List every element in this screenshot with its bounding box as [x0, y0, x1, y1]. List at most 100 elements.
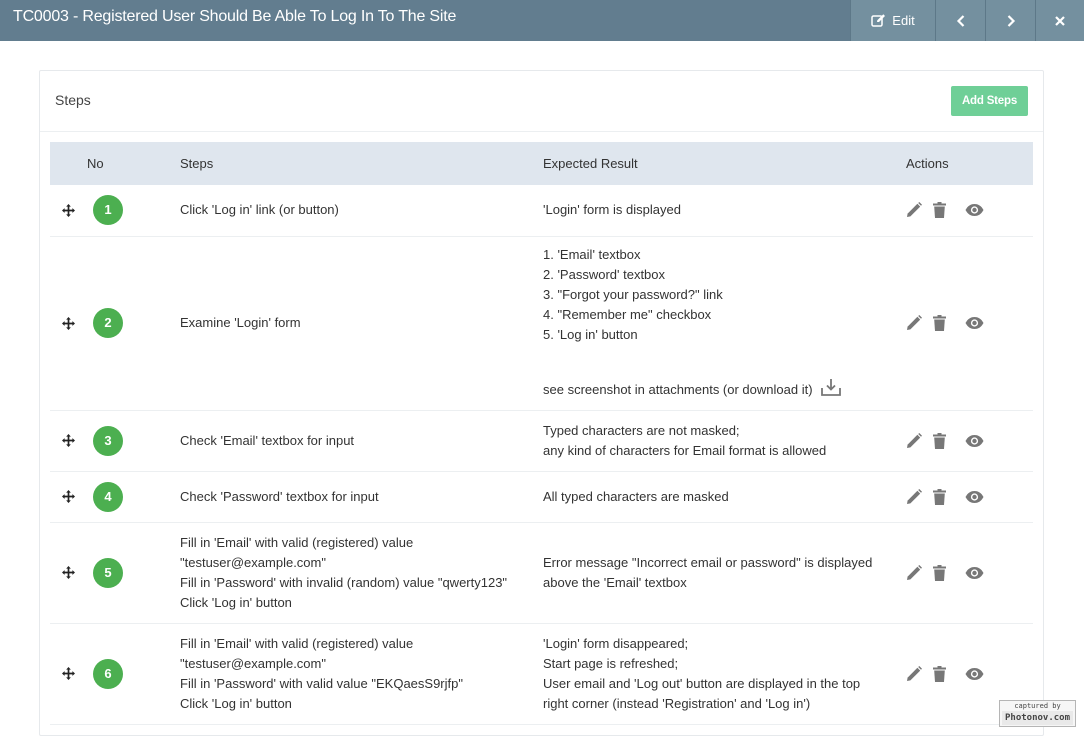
pencil-icon[interactable] [906, 564, 922, 581]
step-number-badge: 2 [93, 308, 123, 338]
step-cell: Check 'Password' textbox for input [180, 471, 543, 523]
step-cell: Check 'Email' textbox for input [180, 410, 543, 472]
steps-column-header: Steps [180, 156, 214, 171]
eye-icon[interactable] [965, 490, 984, 503]
next-button[interactable] [985, 0, 1035, 41]
steps-panel: Steps Add Steps No Steps Expected Result… [39, 70, 1044, 736]
close-button[interactable] [1035, 0, 1084, 41]
expected-text-line: 5. 'Log in' button [543, 326, 638, 342]
actions-cell [906, 522, 1033, 624]
move-arrows-icon[interactable] [50, 490, 87, 503]
steps-table: No Steps Expected Result Actions 1 Click… [50, 142, 1033, 725]
eye-icon[interactable] [965, 434, 984, 447]
pencil-icon[interactable] [906, 665, 922, 682]
step-text-line: Click 'Log in' button [180, 594, 292, 610]
expected-text-line: User email and 'Log out' button are disp… [543, 675, 861, 691]
attachment-note: see screenshot in attachments (or downlo… [543, 378, 906, 402]
expected-result-cell: 'Login' form is displayed [543, 185, 906, 237]
pencil-icon[interactable] [906, 432, 922, 449]
step-number-cell: 6 [87, 623, 180, 725]
pencil-icon[interactable] [906, 315, 922, 331]
expected-text-line: right corner (instead 'Registration' and… [543, 695, 811, 711]
step-cell: Examine 'Login' form [180, 236, 543, 411]
previous-button[interactable] [935, 0, 985, 41]
table-row: 3 Check 'Email' textbox for input Typed … [50, 410, 1033, 472]
step-number-badge: 6 [93, 658, 123, 689]
actions-column-header: Actions [906, 156, 949, 171]
step-cell: Click 'Log in' link (or button) [180, 185, 543, 237]
drag-cell [50, 623, 87, 725]
trash-icon[interactable] [933, 432, 946, 449]
expected-result-column-header: Expected Result [543, 156, 638, 171]
actions-cell [906, 185, 1033, 237]
chevron-left-icon [956, 14, 966, 27]
eye-icon[interactable] [965, 667, 984, 680]
expected-text-line: 'Login' form is displayed [543, 202, 681, 218]
edit-button-label: Edit [892, 13, 915, 28]
step-text-line: Fill in 'Password' with valid value "EKQ… [180, 675, 463, 691]
step-number-badge: 3 [93, 425, 123, 456]
download-icon[interactable] [820, 378, 841, 402]
drag-cell [50, 471, 87, 523]
step-text-line: Click 'Log in' button [180, 695, 292, 711]
table-row: 2 Examine 'Login' form 1. 'Email' textbo… [50, 236, 1033, 411]
expected-result-cell: Error message "Incorrect email or passwo… [543, 522, 906, 624]
move-arrows-icon[interactable] [50, 667, 87, 680]
actions-cell [906, 471, 1033, 523]
trash-icon[interactable] [933, 665, 946, 682]
watermark-line2: Photonov.com [1002, 711, 1073, 725]
trash-icon[interactable] [933, 488, 946, 505]
steps-panel-title: Steps [55, 92, 91, 108]
pencil-icon[interactable] [906, 488, 922, 505]
step-text-line: "testuser@example.com" [180, 554, 326, 570]
capture-watermark: captured by Photonov.com [999, 700, 1076, 727]
move-arrows-icon[interactable] [50, 566, 87, 579]
add-steps-button[interactable]: Add Steps [951, 86, 1028, 116]
step-number-cell: 5 [87, 522, 180, 624]
steps-table-header: No Steps Expected Result Actions [50, 142, 1033, 185]
steps-table-body: 1 Click 'Log in' link (or button) 'Login… [50, 185, 1033, 725]
step-cell: Fill in 'Email' with valid (registered) … [180, 522, 543, 624]
step-text-line: Check 'Password' textbox for input [180, 488, 379, 504]
expected-text-line: All typed characters are masked [543, 488, 729, 504]
actions-cell [906, 236, 1033, 411]
step-text-line: Fill in 'Email' with valid (registered) … [180, 635, 414, 651]
trash-icon[interactable] [933, 202, 946, 219]
step-number-cell: 1 [87, 185, 180, 237]
eye-icon[interactable] [965, 566, 984, 579]
step-text-line: "testuser@example.com" [180, 655, 326, 671]
expected-text-line: 3. "Forgot your password?" link [543, 286, 723, 302]
step-text-line: Click 'Log in' link (or button) [180, 202, 339, 218]
step-number-badge: 5 [93, 557, 123, 588]
trash-icon[interactable] [933, 564, 946, 581]
move-arrows-icon[interactable] [50, 434, 87, 447]
pencil-square-icon [871, 14, 886, 27]
step-number-badge: 4 [93, 481, 123, 512]
title-bar: TC0003 - Registered User Should Be Able … [0, 0, 1084, 41]
step-text-line: Fill in 'Email' with valid (registered) … [180, 534, 414, 550]
drag-column-header [50, 142, 87, 185]
no-column-header: No [87, 156, 104, 171]
table-row: 4 Check 'Password' textbox for input All… [50, 471, 1033, 523]
expected-result-cell: All typed characters are masked [543, 471, 906, 523]
drag-cell [50, 236, 87, 411]
expected-result-cell: Typed characters are not masked; any kind… [543, 410, 906, 472]
move-arrows-icon[interactable] [50, 316, 87, 330]
table-row: 6 Fill in 'Email' with valid (registered… [50, 623, 1033, 725]
expected-text-line: Start page is refreshed; [543, 655, 679, 671]
expected-result-cell: 1. 'Email' textbox 2. 'Password' textbox 3… [543, 236, 906, 411]
step-cell: Fill in 'Email' with valid (registered) … [180, 623, 543, 725]
step-number-cell: 3 [87, 410, 180, 472]
move-arrows-icon[interactable] [50, 203, 87, 217]
actions-cell [906, 410, 1033, 472]
trash-icon[interactable] [933, 315, 946, 331]
step-text-line: Examine 'Login' form [180, 315, 301, 330]
step-number-cell: 4 [87, 471, 180, 523]
eye-icon[interactable] [965, 317, 984, 329]
eye-icon[interactable] [965, 204, 984, 217]
drag-cell [50, 410, 87, 472]
pencil-icon[interactable] [906, 202, 922, 218]
step-number-badge: 1 [93, 195, 123, 226]
edit-button[interactable]: Edit [850, 0, 935, 41]
table-row: 1 Click 'Log in' link (or button) 'Login… [50, 185, 1033, 237]
